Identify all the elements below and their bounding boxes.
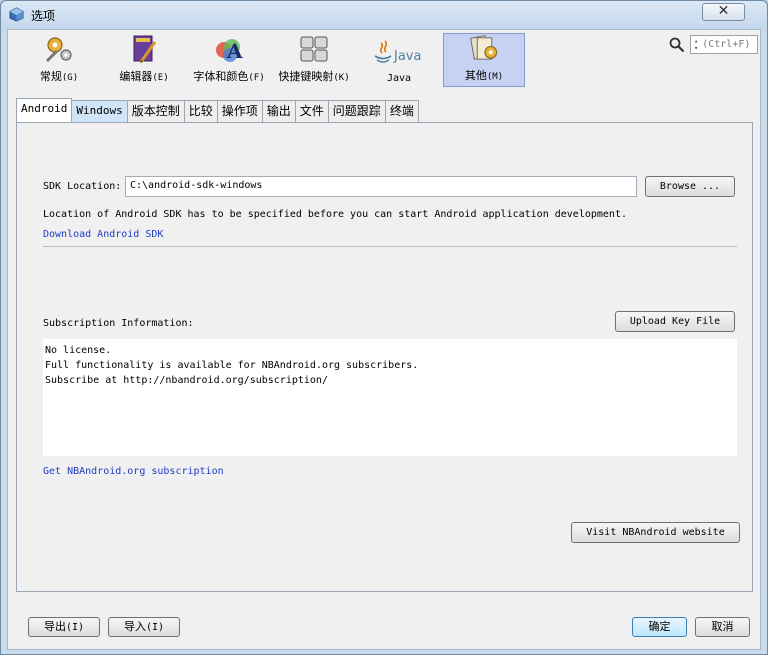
category-toolbar: 常规(G) 编辑器(E) A 字体和颜色(F) 快捷键映射(K) Java Ja…: [18, 33, 528, 87]
close-button[interactable]: ✕: [702, 3, 745, 21]
search-placeholder: (Ctrl+F): [702, 39, 751, 50]
android-panel: SDK Location: C:\android-sdk-windows Bro…: [16, 122, 753, 592]
import-shortcut: (I): [145, 622, 165, 633]
font-color-icon: A: [216, 39, 243, 63]
category-editor-shortcut: (E): [152, 73, 169, 83]
category-keymap-label: 快捷键映射: [278, 70, 334, 83]
tab-strip: Android Windows 版本控制 比较 操作项 输出 文件 问题跟踪 终…: [16, 98, 419, 122]
category-general[interactable]: 常规(G): [18, 33, 100, 87]
keyboard-icon: [300, 36, 328, 62]
java-icon: Java: [374, 40, 421, 64]
title-bar[interactable]: 选项 ✕: [1, 1, 767, 29]
tab-terminal[interactable]: 终端: [384, 100, 419, 122]
svg-text:Java: Java: [393, 49, 421, 64]
browse-button[interactable]: Browse ...: [645, 176, 735, 197]
window-title: 选项: [31, 9, 56, 23]
close-icon: ✕: [717, 3, 730, 19]
export-label: 导出: [43, 620, 66, 633]
get-subscription-link[interactable]: Get NBAndroid.org subscription: [43, 466, 224, 477]
tab-version-control[interactable]: 版本控制: [126, 100, 185, 122]
options-window: 选项 ✕ 常规(G) 编辑器(E) A 字体和颜色(F) 快捷键映射(K) Ja…: [0, 0, 768, 655]
subscription-info-area[interactable]: No license. Full functionality is availa…: [43, 339, 737, 456]
tab-android[interactable]: Android: [16, 98, 73, 122]
subscription-line: Full functionality is available for NBAn…: [45, 360, 419, 371]
download-sdk-link[interactable]: Download Android SDK: [43, 229, 163, 240]
upload-key-file-button[interactable]: Upload Key File: [615, 311, 735, 332]
category-fonts-colors[interactable]: A 字体和颜色(F): [188, 33, 270, 87]
category-keymap-shortcut: (K): [333, 73, 350, 83]
category-misc-label: 其他: [464, 69, 487, 82]
category-editor-label: 编辑器: [119, 70, 153, 83]
visit-website-button[interactable]: Visit NBAndroid website: [571, 522, 740, 543]
tab-files[interactable]: 文件: [294, 100, 329, 122]
category-fonts-label: 字体和颜色: [193, 70, 249, 83]
category-general-shortcut: (G): [61, 73, 79, 83]
tab-output[interactable]: 输出: [261, 100, 296, 122]
category-fonts-shortcut: (F): [248, 73, 265, 83]
netbeans-cube-icon: [9, 7, 24, 22]
category-java[interactable]: Java Java: [358, 33, 440, 87]
category-misc[interactable]: 其他(M): [443, 33, 525, 87]
gears-icon: [45, 37, 72, 63]
category-misc-shortcut: (M): [486, 72, 504, 82]
category-java-label: Java: [386, 73, 412, 84]
cancel-button[interactable]: 取消: [695, 617, 750, 637]
export-button[interactable]: 导出(I): [28, 617, 100, 637]
subscription-line: No license.: [45, 345, 112, 356]
export-shortcut: (I): [65, 622, 85, 633]
tab-windows[interactable]: Windows: [71, 100, 128, 122]
dialog-client: 常规(G) 编辑器(E) A 字体和颜色(F) 快捷键映射(K) Java Ja…: [7, 29, 761, 650]
ok-button[interactable]: 确定: [632, 617, 687, 637]
tab-action-items[interactable]: 操作项: [216, 100, 263, 122]
search-dropdown-icon[interactable]: ▴ ▾: [694, 37, 698, 52]
category-general-label: 常规: [39, 70, 62, 83]
separator: [43, 246, 737, 247]
sdk-location-note: Location of Android SDK has to be specif…: [43, 209, 627, 220]
import-label: 导入: [123, 620, 146, 633]
sdk-location-label: SDK Location:: [43, 181, 122, 192]
svg-text:A: A: [226, 39, 243, 63]
search-icon[interactable]: [669, 37, 685, 53]
category-keymap[interactable]: 快捷键映射(K): [273, 33, 355, 87]
tab-issue-tracking[interactable]: 问题跟踪: [327, 100, 386, 122]
misc-icon: [470, 35, 498, 60]
subscription-line: Subscribe at http://nbandroid.org/subscr…: [45, 375, 328, 386]
sdk-location-input[interactable]: C:\android-sdk-windows: [125, 176, 637, 197]
subscription-info-label: Subscription Information:: [43, 318, 194, 329]
import-button[interactable]: 导入(I): [108, 617, 180, 637]
search-input[interactable]: ▴ ▾ (Ctrl+F): [690, 35, 758, 54]
category-editor[interactable]: 编辑器(E): [103, 33, 185, 87]
editor-icon: [133, 35, 157, 63]
search-area: ▴ ▾ (Ctrl+F): [669, 35, 758, 54]
tab-diff[interactable]: 比较: [183, 100, 218, 122]
